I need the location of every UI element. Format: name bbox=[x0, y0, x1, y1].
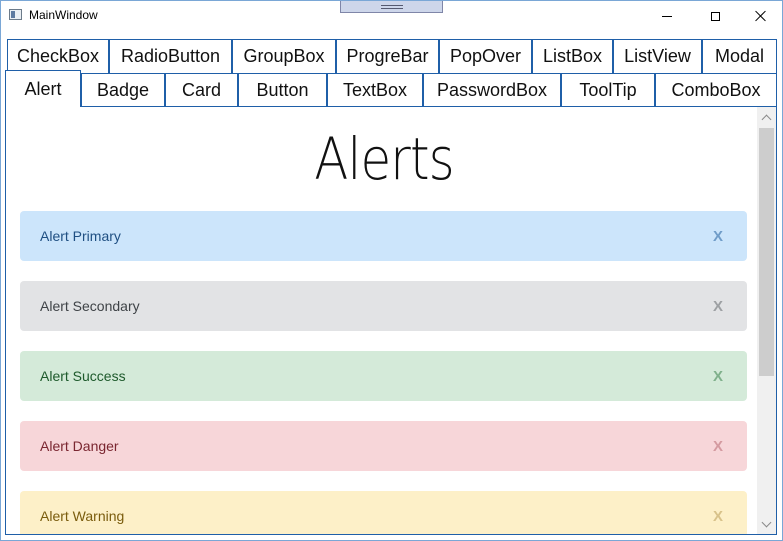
close-button[interactable] bbox=[738, 1, 782, 31]
alert-label: Alert Danger bbox=[40, 438, 119, 454]
maximize-icon bbox=[710, 11, 720, 21]
tab-badge[interactable]: Badge bbox=[81, 73, 165, 107]
alert-label: Alert Primary bbox=[40, 228, 121, 244]
tab-content-panel: Alerts Alert Primary X Alert Secondary X… bbox=[5, 106, 777, 535]
scroll-thumb[interactable] bbox=[759, 128, 774, 376]
tab-textbox[interactable]: TextBox bbox=[327, 73, 423, 107]
minimize-button[interactable] bbox=[644, 1, 690, 31]
tab-listbox[interactable]: ListBox bbox=[532, 39, 613, 73]
alert-dismiss-button[interactable]: X bbox=[713, 508, 723, 525]
tab-modal[interactable]: Modal bbox=[702, 39, 777, 73]
alert-dismiss-button[interactable]: X bbox=[713, 438, 723, 455]
tab-passwordbox[interactable]: PasswordBox bbox=[423, 73, 561, 107]
chevron-down-icon bbox=[761, 517, 772, 528]
window-title: MainWindow bbox=[29, 8, 98, 22]
alert-secondary: Alert Secondary X bbox=[20, 281, 747, 331]
alert-dismiss-button[interactable]: X bbox=[713, 228, 723, 245]
tab-card[interactable]: Card bbox=[165, 73, 238, 107]
scroll-down-button[interactable] bbox=[757, 516, 776, 533]
scroll-up-button[interactable] bbox=[757, 109, 776, 126]
tab-popover[interactable]: PopOver bbox=[439, 39, 532, 73]
title-bar: MainWindow bbox=[1, 1, 782, 31]
alert-success: Alert Success X bbox=[20, 351, 747, 401]
alert-label: Alert Success bbox=[40, 368, 126, 384]
minimize-icon bbox=[662, 15, 672, 17]
maximize-button[interactable] bbox=[692, 1, 738, 31]
tab-radiobutton[interactable]: RadioButton bbox=[109, 39, 232, 73]
vertical-scrollbar[interactable] bbox=[757, 107, 776, 534]
tab-combobox[interactable]: ComboBox bbox=[655, 73, 777, 107]
tab-listview[interactable]: ListView bbox=[613, 39, 702, 73]
page-title: Alerts bbox=[314, 125, 454, 193]
alert-danger: Alert Danger X bbox=[20, 421, 747, 471]
main-window: MainWindow CheckBox RadioButton GroupBox… bbox=[0, 0, 783, 541]
close-icon bbox=[755, 10, 767, 22]
alert-warning: Alert Warning X bbox=[20, 491, 747, 534]
alert-label: Alert Warning bbox=[40, 508, 125, 524]
tab-button[interactable]: Button bbox=[238, 73, 327, 107]
app-window-icon bbox=[9, 9, 22, 20]
tab-checkbox[interactable]: CheckBox bbox=[7, 39, 109, 73]
alert-dismiss-button[interactable]: X bbox=[713, 298, 723, 315]
alert-primary: Alert Primary X bbox=[20, 211, 747, 261]
tab-groupbox[interactable]: GroupBox bbox=[232, 39, 336, 73]
tab-tooltip[interactable]: ToolTip bbox=[561, 73, 655, 107]
chevron-up-icon bbox=[761, 114, 772, 125]
selected-tab-joint bbox=[6, 104, 80, 108]
alert-label: Alert Secondary bbox=[40, 298, 140, 314]
tab-alert[interactable]: Alert bbox=[5, 70, 81, 107]
drag-handle[interactable] bbox=[340, 1, 443, 13]
tab-progrebar[interactable]: ProgreBar bbox=[336, 39, 439, 73]
alert-dismiss-button[interactable]: X bbox=[713, 368, 723, 385]
